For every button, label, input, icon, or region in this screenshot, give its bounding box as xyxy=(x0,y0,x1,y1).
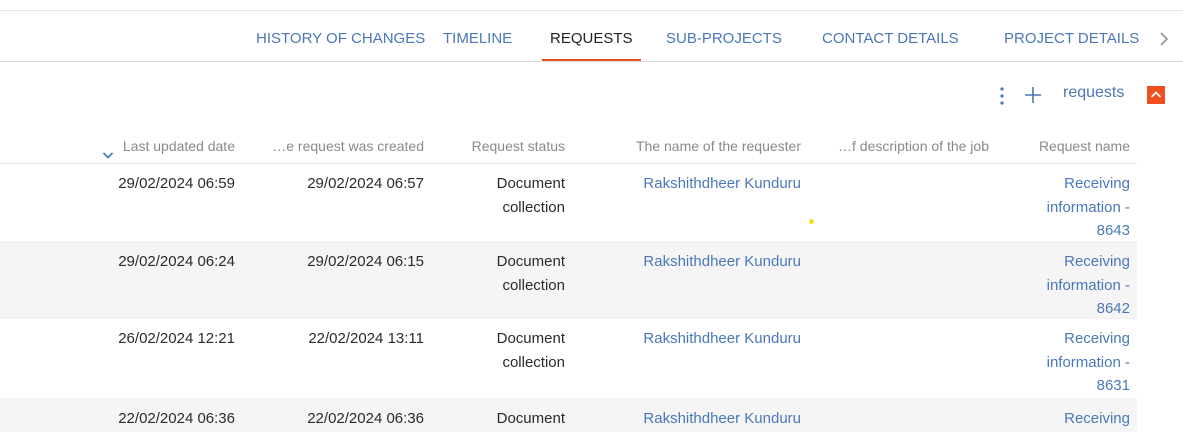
column-header-job-description[interactable]: …f description of the job xyxy=(838,127,989,164)
plus-icon[interactable] xyxy=(1022,84,1044,106)
cell-last-updated: 29/02/2024 06:59 xyxy=(118,175,235,192)
table-row[interactable]: 29/02/2024 06:59 29/02/2024 06:57 Docume… xyxy=(0,164,1137,242)
tab-bar: HISTORY OF CHANGES TIMELINE REQUESTS SUB… xyxy=(0,11,1183,62)
tab-requests[interactable]: REQUESTS xyxy=(542,11,640,61)
requester-link[interactable]: Rakshithdheer Kunduru xyxy=(643,250,801,274)
tab-sub-projects[interactable]: SUB-PROJECTS xyxy=(666,11,782,61)
tab-timeline[interactable]: TIMELINE xyxy=(443,11,512,61)
cell-last-updated: 26/02/2024 12:21 xyxy=(118,330,235,347)
cell-status: Document collection xyxy=(496,175,565,216)
tab-contact-details[interactable]: CONTACT DETAILS xyxy=(822,11,959,61)
cell-last-updated: 29/02/2024 06:24 xyxy=(118,253,235,270)
cell-created: 22/02/2024 13:11 xyxy=(308,330,424,347)
column-header-last-updated-date[interactable]: Last updated date xyxy=(102,127,235,164)
request-name-link[interactable]: Receiving information - 8643 xyxy=(1047,172,1130,243)
cell-created: 22/02/2024 06:36 xyxy=(307,410,424,427)
table-header: Last updated date …e request was created… xyxy=(0,127,1137,164)
column-header-requester-name[interactable]: The name of the requester xyxy=(636,127,801,164)
requests-title-link[interactable]: requests xyxy=(1063,84,1124,102)
cell-status: Document xyxy=(496,410,565,427)
indicator-dot xyxy=(809,219,814,224)
cell-last-updated: 22/02/2024 06:36 xyxy=(118,410,235,427)
table-row[interactable]: 26/02/2024 12:21 22/02/2024 13:11 Docume… xyxy=(0,319,1137,399)
column-header-request-status[interactable]: Request status xyxy=(472,127,565,164)
chevron-right-icon[interactable] xyxy=(1154,29,1174,49)
requester-link[interactable]: Rakshithdheer Kunduru xyxy=(643,407,801,431)
requester-link[interactable]: Rakshithdheer Kunduru xyxy=(643,327,801,351)
request-name-link[interactable]: Receiving information - 8642 xyxy=(1047,250,1130,321)
chevron-up-icon[interactable] xyxy=(1147,86,1165,104)
request-name-link[interactable]: Receiving information - 8631 xyxy=(1047,327,1130,398)
cell-created: 29/02/2024 06:15 xyxy=(307,253,424,270)
column-header-created-date[interactable]: …e request was created xyxy=(272,127,424,164)
requests-table: Last updated date …e request was created… xyxy=(0,127,1137,432)
table-row[interactable]: 22/02/2024 06:36 22/02/2024 06:36 Docume… xyxy=(0,399,1137,432)
requester-link[interactable]: Rakshithdheer Kunduru xyxy=(643,172,801,196)
column-header-request-name[interactable]: Request name xyxy=(1039,127,1130,164)
table-row[interactable]: 29/02/2024 06:24 29/02/2024 06:15 Docume… xyxy=(0,242,1137,319)
cell-status: Document collection xyxy=(496,253,565,294)
cell-status: Document collection xyxy=(496,330,565,371)
tab-history-of-changes[interactable]: HISTORY OF CHANGES xyxy=(256,11,425,61)
chevron-down-icon[interactable] xyxy=(101,138,115,159)
cell-created: 29/02/2024 06:57 xyxy=(307,175,424,192)
more-vertical-icon[interactable] xyxy=(994,86,1010,106)
request-name-link[interactable]: Receiving xyxy=(1064,407,1130,431)
tab-project-details[interactable]: PROJECT DETAILS xyxy=(1004,11,1139,61)
